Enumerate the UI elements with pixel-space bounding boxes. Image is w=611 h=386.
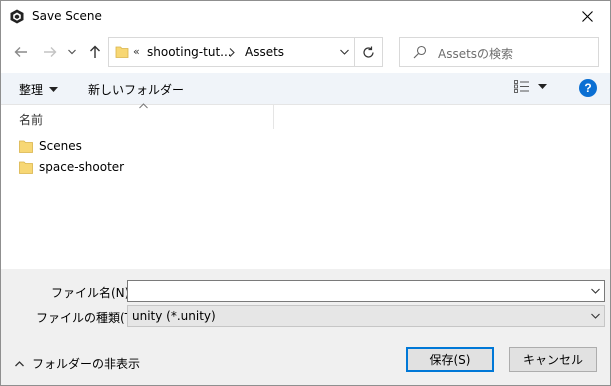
organize-label: 整理 <box>19 83 44 97</box>
up-button[interactable] <box>85 42 105 62</box>
list-item[interactable]: Scenes <box>19 136 82 156</box>
chevron-right-icon[interactable] <box>229 48 235 57</box>
refresh-icon <box>363 46 374 58</box>
filename-input[interactable] <box>127 280 605 302</box>
hide-folders-button[interactable]: フォルダーの非表示 <box>15 355 140 372</box>
breadcrumb-current[interactable]: Assets <box>245 45 284 59</box>
list-item-label: space-shooter <box>39 160 125 174</box>
breadcrumb-overflow[interactable]: « <box>133 45 140 58</box>
view-options-button[interactable] <box>514 80 547 93</box>
chevron-up-icon <box>15 360 24 366</box>
close-icon <box>581 11 593 22</box>
folder-icon <box>19 161 33 174</box>
arrow-right-icon <box>44 47 57 57</box>
sort-ascending-icon <box>139 103 148 109</box>
save-button[interactable]: 保存(S) <box>406 347 494 372</box>
filetype-select[interactable]: unity (*.unity) <box>127 305 605 327</box>
column-header-name[interactable]: 名前 <box>19 111 43 128</box>
list-item-label: Scenes <box>39 139 82 153</box>
forward-button[interactable] <box>40 42 60 62</box>
unity-logo-icon <box>10 9 24 24</box>
folder-icon <box>115 46 129 58</box>
filetype-label: ファイルの種類(T): <box>36 311 141 325</box>
back-button[interactable] <box>11 42 31 62</box>
address-bar[interactable]: « shooting-tut... Assets <box>108 37 383 67</box>
cancel-button[interactable]: キャンセル <box>509 347 597 372</box>
search-placeholder: Assetsの検索 <box>438 47 514 61</box>
refresh-button[interactable] <box>354 38 382 66</box>
arrow-left-icon <box>14 47 27 57</box>
new-folder-button[interactable]: 新しいフォルダー <box>88 81 184 98</box>
search-box[interactable]: Assetsの検索 <box>399 37 599 67</box>
search-icon <box>413 45 427 59</box>
column-divider[interactable] <box>273 105 274 129</box>
arrow-up-icon <box>90 45 100 58</box>
file-list: 名前 Scenes space-shooter <box>1 103 610 269</box>
address-dropdown-button[interactable] <box>336 43 352 61</box>
filetype-value: unity (*.unity) <box>132 309 216 323</box>
chevron-down-icon <box>339 49 349 55</box>
organize-button[interactable]: 整理 <box>19 81 59 98</box>
hide-folders-label: フォルダーの非表示 <box>32 357 141 371</box>
list-item[interactable]: space-shooter <box>19 157 124 177</box>
chevron-down-icon[interactable] <box>591 288 600 294</box>
window-title: Save Scene <box>32 9 102 23</box>
recent-locations-button[interactable] <box>65 42 79 62</box>
filename-label: ファイル名(N): <box>51 286 134 300</box>
caret-down-icon <box>49 87 59 92</box>
breadcrumb-parent[interactable]: shooting-tut... <box>147 45 232 59</box>
folder-icon <box>19 140 33 153</box>
close-button[interactable] <box>564 1 610 32</box>
title-bar: Save Scene <box>1 1 610 32</box>
details-view-icon <box>514 80 529 93</box>
help-icon[interactable]: ? <box>579 79 597 97</box>
command-bar: 整理 新しいフォルダー ? <box>1 73 610 105</box>
caret-down-icon <box>538 84 547 89</box>
save-scene-dialog: Save Scene « shooting-tut... Assets Asse… <box>0 0 611 386</box>
chevron-down-icon <box>68 49 76 55</box>
save-options-panel: ファイル名(N): ファイルの種類(T): unity (*.unity) フォ… <box>1 269 610 385</box>
chevron-down-icon <box>591 313 600 319</box>
